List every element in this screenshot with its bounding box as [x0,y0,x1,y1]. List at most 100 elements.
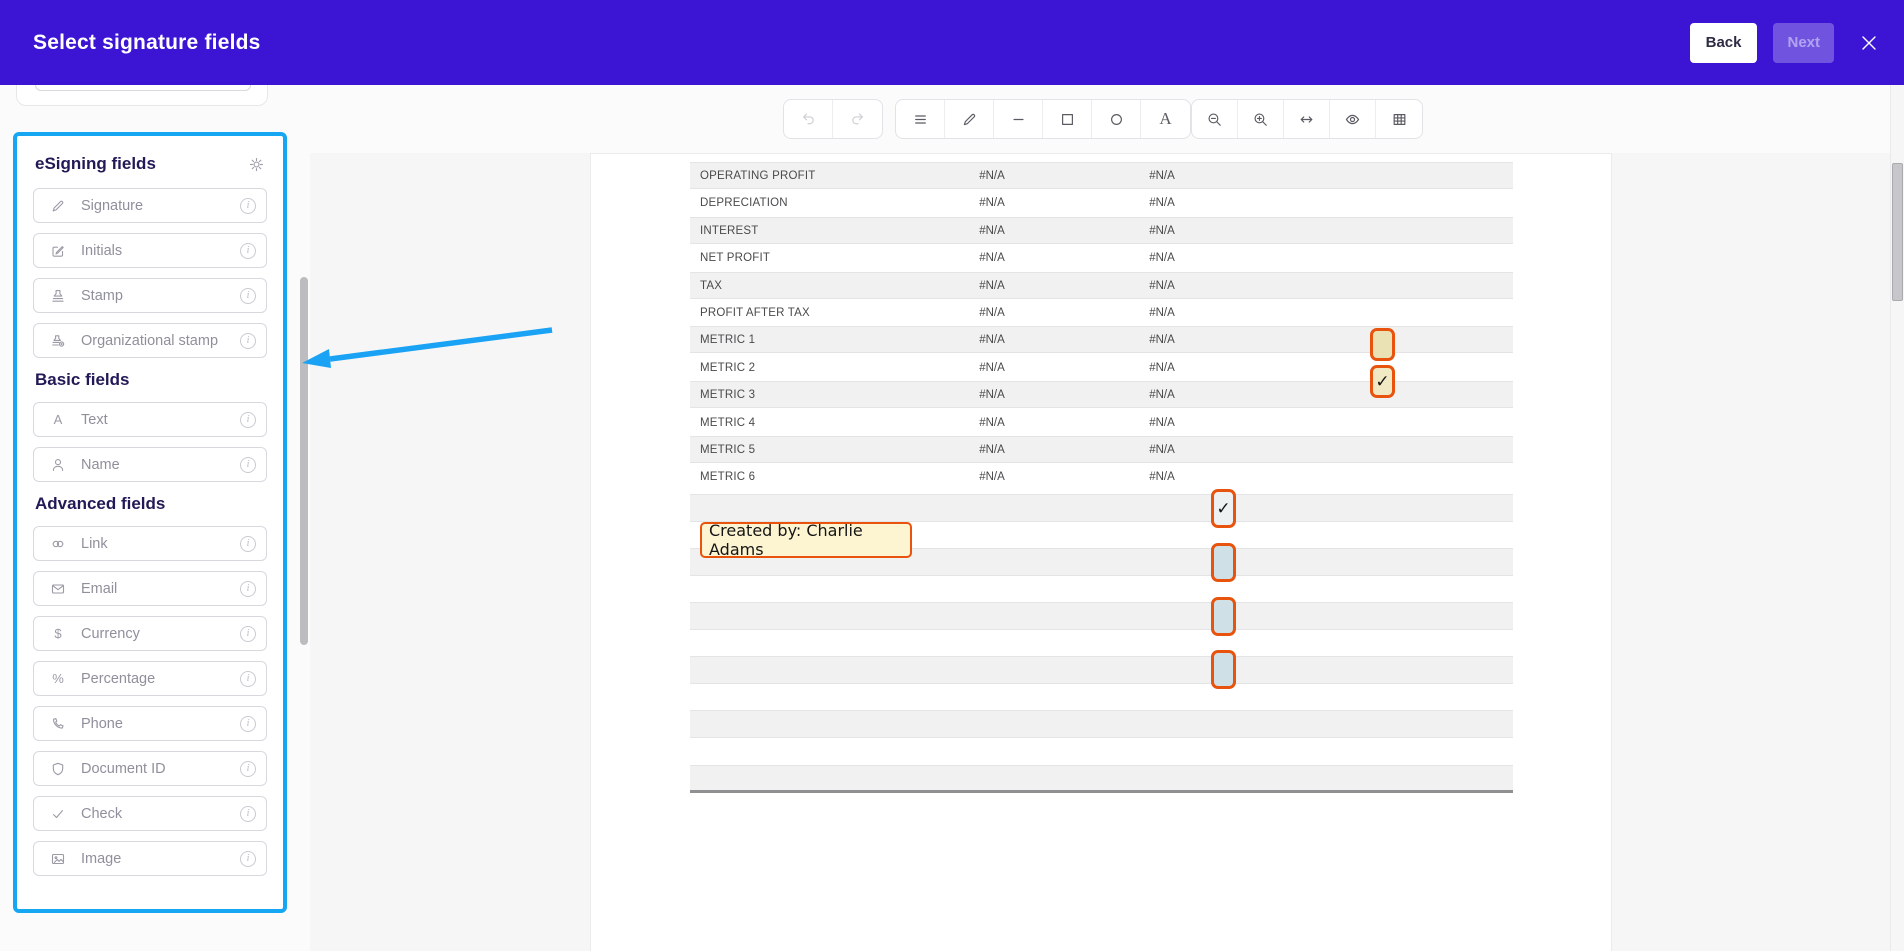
checkbox-field-checked[interactable]: ✓ [1370,365,1395,398]
field-item-label: Image [81,851,240,867]
info-icon[interactable]: i [240,243,256,259]
field-item-image[interactable]: Imagei [33,841,267,876]
minus-icon[interactable] [994,100,1043,138]
field-item-phone[interactable]: Phonei [33,706,267,741]
field-item-text[interactable]: ATexti [33,402,267,437]
empty-table-row [690,710,1513,738]
checkbox-field-checked[interactable]: ✓ [1211,489,1236,528]
row-value: #N/A [970,225,1014,237]
info-icon[interactable]: i [240,626,256,642]
shield-icon [49,761,67,777]
row-value: #N/A [970,280,1014,292]
info-icon[interactable]: i [240,536,256,552]
checkbox-field[interactable] [1370,328,1395,361]
field-item-organizational-stamp[interactable]: Organizational stampi [33,323,267,358]
empty-table-row [690,602,1513,630]
field-item-percentage[interactable]: %Percentagei [33,661,267,696]
info-icon[interactable]: i [240,288,256,304]
checkbox-field[interactable] [1211,597,1236,636]
page-title: Select signature fields [33,31,261,55]
table-row: OPERATING PROFIT#N/A#N/A [690,162,1513,189]
row-value: #N/A [970,417,1014,429]
gear-icon[interactable] [248,156,265,173]
field-item-label: Signature [81,198,240,214]
info-icon[interactable]: i [240,581,256,597]
row-label: METRIC 4 [700,417,755,429]
hamburger-icon[interactable] [896,100,945,138]
field-item-document-id[interactable]: Document IDi [33,751,267,786]
info-icon[interactable]: i [240,806,256,822]
row-value: #N/A [970,389,1014,401]
redo-icon[interactable] [833,100,882,138]
field-item-link[interactable]: Linki [33,526,267,561]
sidebar-scrollbar[interactable] [300,277,308,645]
pencil-icon[interactable] [945,100,994,138]
field-item-stamp[interactable]: Stampi [33,278,267,313]
field-item-initials[interactable]: Initialsi [33,233,267,268]
info-icon[interactable]: i [240,198,256,214]
next-button[interactable]: Next [1773,23,1834,63]
table-row: DEPRECIATION#N/A#N/A [690,189,1513,216]
table-row: INTEREST#N/A#N/A [690,217,1513,244]
row-label: METRIC 3 [700,389,755,401]
row-value: #N/A [1140,417,1184,429]
letter-a-icon: A [49,413,67,426]
row-label: NET PROFIT [700,252,770,264]
toolbar-group-view-tools [1191,99,1423,139]
org-stamp-icon [49,333,67,349]
currency-icon: $ [49,627,67,640]
toolbar-group-history [783,99,883,139]
eye-icon[interactable] [1330,100,1376,138]
field-item-email[interactable]: Emaili [33,571,267,606]
zoom-in-icon[interactable] [1238,100,1284,138]
info-icon[interactable]: i [240,851,256,867]
header-actions: Back Next [1690,0,1882,85]
info-icon[interactable]: i [240,412,256,428]
panel-heading-row: eSigning fields [35,154,265,174]
zoom-out-icon[interactable] [1192,100,1238,138]
field-item-label: Organizational stamp [81,333,240,349]
field-item-label: Link [81,536,240,552]
esigning-fields-panel: eSigning fieldsSignatureiInitialsiStampi… [13,132,287,913]
field-item-name[interactable]: Namei [33,447,267,482]
back-button[interactable]: Back [1690,23,1758,63]
pencil-square-icon [49,243,67,259]
square-icon[interactable] [1043,100,1092,138]
checkbox-field[interactable] [1211,650,1236,689]
checkbox-field[interactable] [1211,543,1236,582]
created-by-field[interactable]: Created by: Charlie Adams [700,522,912,558]
undo-icon[interactable] [784,100,833,138]
field-item-check[interactable]: Checki [33,796,267,831]
row-label: TAX [700,280,722,292]
row-value: #N/A [970,252,1014,264]
empty-table-row [690,656,1513,684]
header-bar: Select signature fields Back Next [0,0,1904,85]
row-value: #N/A [1140,389,1184,401]
grid-icon[interactable] [1376,100,1422,138]
select-signature-fields-screen: Select signature fields Back Next A OPER… [0,0,1904,951]
row-value: #N/A [1140,252,1184,264]
row-value: #N/A [1140,471,1184,483]
section-heading-basic: Basic fields [35,370,265,390]
link-icon [49,536,67,552]
field-item-signature[interactable]: Signaturei [33,188,267,223]
fit-width-icon[interactable] [1284,100,1330,138]
section-heading-esigning: eSigning fields [35,154,156,174]
field-item-label: Check [81,806,240,822]
row-value: #N/A [1140,334,1184,346]
close-icon[interactable] [1856,30,1882,56]
page-scrollbar-thumb[interactable] [1892,163,1903,301]
info-icon[interactable]: i [240,716,256,732]
info-icon[interactable]: i [240,333,256,349]
row-value: #N/A [970,197,1014,209]
info-icon[interactable]: i [240,457,256,473]
field-item-label: Name [81,457,240,473]
field-item-currency[interactable]: $Currencyi [33,616,267,651]
table-row: METRIC 5#N/A#N/A [690,436,1513,463]
info-icon[interactable]: i [240,761,256,777]
info-icon[interactable]: i [240,671,256,687]
row-value: #N/A [1140,444,1184,456]
table-row: PROFIT AFTER TAX#N/A#N/A [690,299,1513,326]
circle-icon[interactable] [1092,100,1141,138]
letter-a-icon[interactable]: A [1141,100,1190,138]
